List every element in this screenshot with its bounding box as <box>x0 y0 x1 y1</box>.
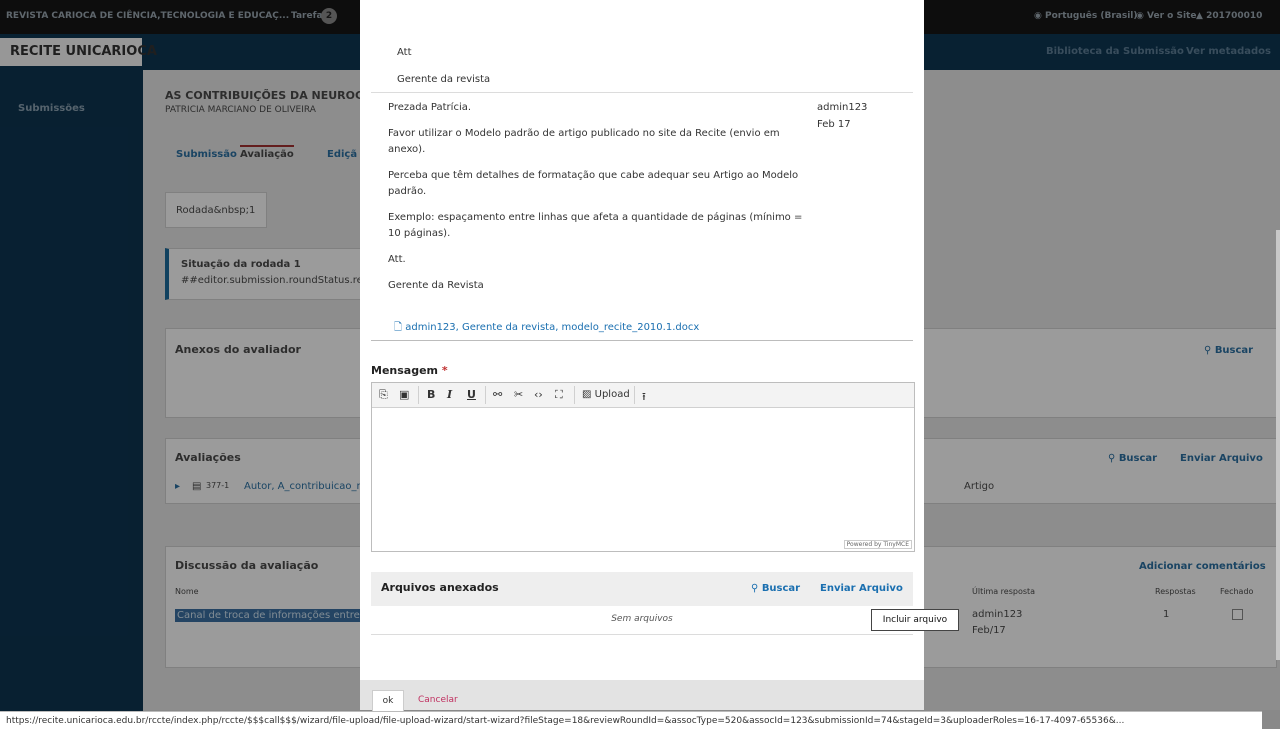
toolbar-divider <box>485 386 486 404</box>
image-icon: ▨ <box>582 389 592 400</box>
toolbar-divider <box>574 386 575 404</box>
message-date: Feb 17 <box>817 119 851 130</box>
message-paragraph: Favor utilizar o Modelo padrão de artigo… <box>388 128 780 155</box>
upload-label: Upload <box>594 389 630 400</box>
upload-file-button[interactable]: Enviar Arquivo <box>820 583 903 594</box>
thread-divider <box>371 340 913 341</box>
message-body: Prezada Patrícia. Favor utilizar o Model… <box>388 100 808 304</box>
ok-button[interactable]: ok <box>372 690 404 712</box>
cancel-link[interactable]: Cancelar <box>418 695 458 705</box>
upload-image-button[interactable]: ▨ Upload <box>582 389 630 400</box>
message-divider <box>371 92 913 93</box>
insert-icon[interactable]: ⭱ <box>642 388 646 407</box>
message-paragraph: Prezada Patrícia. <box>388 102 472 113</box>
message-paragraph: Att. <box>388 254 406 265</box>
no-files-text: Sem arquivos <box>611 614 673 624</box>
message-paragraph: Exemplo: espaçamento entre linhas que af… <box>388 212 803 239</box>
underline-icon[interactable]: U <box>467 388 476 401</box>
unlink-icon[interactable]: ✂ <box>514 388 523 401</box>
tooltip: Incluir arquivo <box>871 609 959 631</box>
attached-files-list: Sem arquivos <box>371 606 913 635</box>
powered-by: Powered by TinyMCE <box>843 540 912 549</box>
message-field-label: Mensagem * <box>371 364 448 377</box>
message-paragraph: Perceba que têm detalhes de formatação q… <box>388 170 799 197</box>
status-bar-url: https://recite.unicarioca.edu.br/rccte/i… <box>0 711 1262 729</box>
message-paragraph: Gerente da Revista <box>388 280 484 291</box>
required-mark: * <box>441 364 448 377</box>
prev-message-line1: Att <box>397 47 412 58</box>
message-label-text: Mensagem <box>371 364 439 377</box>
italic-icon[interactable]: I <box>447 388 452 401</box>
attached-files-search[interactable]: ⚲ Buscar <box>751 583 800 594</box>
fullscreen-icon[interactable]: ⛶ <box>555 388 563 402</box>
prev-message-line2: Gerente da revista <box>397 74 491 85</box>
editor-toolbar: ⎘ ▣ B I U ⚯ ✂ ‹› ⛶ ▨ Upload ⭱ <box>372 383 914 408</box>
search-icon: ⚲ <box>751 583 759 594</box>
bold-icon[interactable]: B <box>427 388 435 401</box>
editor-textarea[interactable] <box>374 409 912 539</box>
upload-discussion-modal: Att Gerente da revista Prezada Patrícia.… <box>360 0 924 712</box>
search-label: Buscar <box>761 583 801 594</box>
attachment-link-label: admin123, Gerente da revista, modelo_rec… <box>405 322 700 333</box>
toolbar-divider <box>634 386 635 404</box>
message-editor[interactable]: ⎘ ▣ B I U ⚯ ✂ ‹› ⛶ ▨ Upload ⭱ Powered by… <box>371 382 915 552</box>
message-author: admin123 <box>817 102 868 113</box>
copy-icon[interactable]: ⎘ <box>379 388 388 402</box>
attached-files-title: Arquivos anexados <box>381 581 499 594</box>
link-icon[interactable]: ⚯ <box>493 388 502 401</box>
file-icon: 🗋 <box>394 322 403 333</box>
toolbar-divider <box>418 386 419 404</box>
attached-files-header: Arquivos anexados ⚲ Buscar Enviar Arquiv… <box>371 572 913 606</box>
code-icon[interactable]: ‹› <box>534 388 543 401</box>
paste-icon[interactable]: ▣ <box>399 388 409 401</box>
attachment-link[interactable]: 🗋 admin123, Gerente da revista, modelo_r… <box>394 320 699 337</box>
page-scrollbar[interactable] <box>1276 230 1280 660</box>
